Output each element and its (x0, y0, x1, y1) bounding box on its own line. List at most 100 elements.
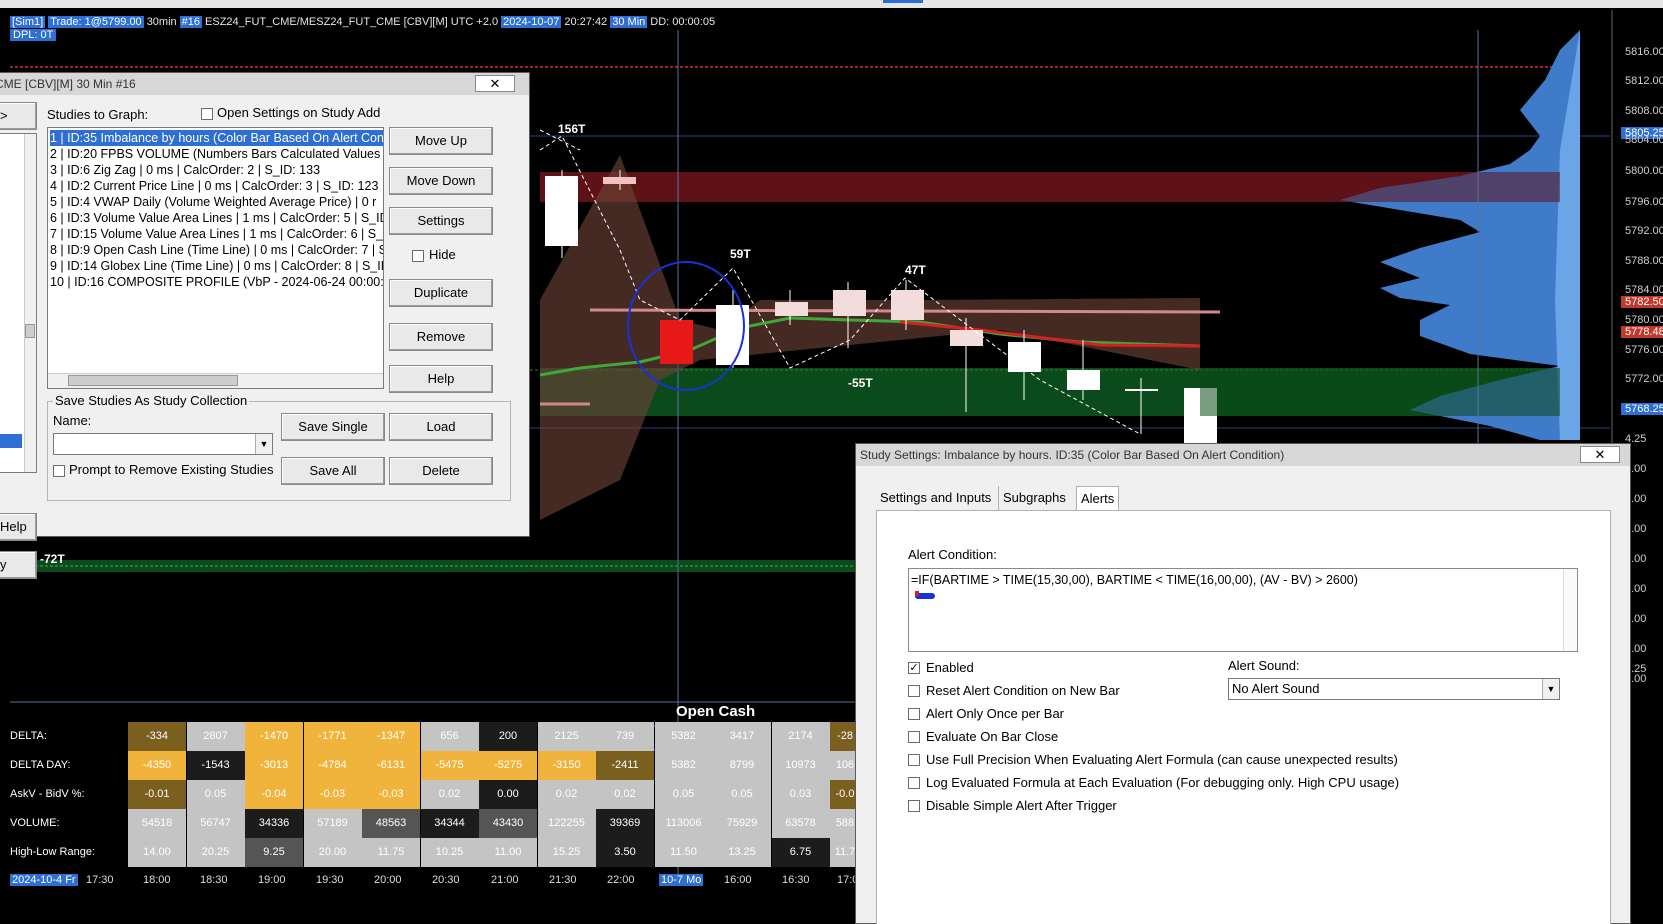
table-cell: -2411 (596, 751, 654, 780)
alert-option-checkbox[interactable] (908, 685, 920, 697)
study-list-item[interactable]: 6 | ID:3 Volume Value Area Lines | 1 ms … (50, 210, 383, 226)
tab-settings-and-inputs[interactable]: Settings and Inputs (876, 486, 995, 510)
hide-label: Hide (429, 247, 456, 262)
load-button[interactable]: Load (389, 413, 493, 441)
study-settings-title: Study Settings: Imbalance by hours. ID:3… (856, 444, 1630, 466)
duplicate-button[interactable]: Duplicate (389, 279, 493, 307)
study-list-item[interactable]: 9 | ID:14 Globex Line (Time Line) | 0 ms… (50, 258, 383, 274)
dd-label: DD: 00:00:05 (650, 16, 716, 28)
study-list-item[interactable]: 1 | ID:35 Imbalance by hours (Color Bar … (50, 130, 383, 146)
table-cell: 739 (596, 722, 654, 751)
study-settings-dialog[interactable]: Study Settings: Imbalance by hours. ID:3… (855, 443, 1631, 924)
save-all-button[interactable]: Save All (281, 457, 385, 485)
table-cell: 0.02 (537, 780, 596, 809)
open-settings-checkbox[interactable] (201, 108, 213, 120)
price-tick-label: 5808.00 (1625, 105, 1663, 117)
time-tick-label: 17:30 (86, 874, 114, 886)
tab-alerts[interactable]: Alerts (1076, 486, 1120, 510)
left-help-button[interactable]: Help (0, 513, 37, 541)
open-settings-label: Open Settings on Study Add (217, 105, 381, 120)
row-label: VOLUME: (10, 817, 60, 829)
sierra-chart-window: [Sim1] Trade: 1@5799.00 30min #16 ESZ24_… (0, 0, 1663, 924)
move-down-button[interactable]: Move Down (389, 167, 493, 195)
alert-option-checkbox[interactable]: ✓ (908, 662, 920, 674)
alert-option-checkbox[interactable] (908, 708, 920, 720)
alert-sound-select[interactable]: No Alert Sound ▼ (1228, 678, 1560, 700)
table-cell: 10.25 (420, 838, 479, 867)
studies-dialog[interactable]: CME [CBV][M] 30 Min #16 ✕ > Help y Studi… (0, 72, 530, 579)
time-tick-label: 22:00 (607, 874, 635, 886)
save-single-button[interactable]: Save Single (281, 413, 385, 441)
price-tick-label: 5804.00 (1625, 134, 1663, 146)
collection-name-combo[interactable]: ▼ (53, 433, 273, 455)
table-cell: -6131 (362, 751, 420, 780)
alert-option-label: Log Evaluated Formula at Each Evaluation… (926, 775, 1400, 790)
time-axis[interactable]: 2024-10-4 Fr 17:30 18:00 18:30 19:00 19:30 20:… (10, 874, 860, 888)
table-row: DELTA: -334 2807 -1470 -1771 -1347 656 200 2125 7… (10, 722, 860, 751)
left-arrow-button[interactable]: > (0, 102, 37, 130)
settings-button[interactable]: Settings (389, 207, 493, 235)
tab-subgraphs[interactable]: Subgraphs (998, 486, 1070, 510)
alert-formula-text: =IF(BARTIME > TIME(15,30,00), BARTIME < … (911, 573, 1358, 587)
available-studies-list[interactable] (0, 133, 37, 473)
time-tick-label: 16:30 (782, 874, 810, 886)
row-label: DELTA DAY: (10, 759, 71, 771)
study-collection-label: Save Studies As Study Collection (53, 393, 250, 408)
table-cell: 0.03 (771, 780, 830, 809)
table-cell: -3013 (245, 751, 303, 780)
move-up-button[interactable]: Move Up (389, 127, 493, 155)
table-cell: -5275 (479, 751, 537, 780)
studies-to-graph-list[interactable]: 1 | ID:35 Imbalance by hours (Color Bar … (47, 127, 384, 389)
left-apply-button[interactable]: y (0, 551, 37, 579)
alert-option-checkbox[interactable] (908, 777, 920, 789)
alert-formula-input[interactable]: =IF(BARTIME > TIME(15,30,00), BARTIME < … (908, 568, 1578, 652)
table-cell: -1347 (362, 722, 420, 751)
table-cell: 0.05 (654, 780, 713, 809)
prompt-remove-checkbox[interactable] (53, 465, 65, 477)
price-tick-label: 5812.00 (1625, 75, 1663, 87)
date-label: 2024-10-07 (501, 16, 562, 28)
remove-button[interactable]: Remove (389, 323, 493, 351)
table-cell: 11.00 (479, 838, 537, 867)
chevron-down-icon[interactable]: ▼ (1542, 679, 1559, 699)
chevron-down-icon[interactable]: ▼ (255, 434, 272, 454)
price-tick-label: 5772.00 (1625, 373, 1663, 385)
dpl-label: DPL: 0T (10, 29, 57, 41)
alert-option-checkbox[interactable] (908, 800, 920, 812)
alert-option-checkbox[interactable] (908, 754, 920, 766)
table-cell: 0.02 (596, 780, 654, 809)
alert-option-checkbox[interactable] (908, 731, 920, 743)
table-cell: 9.25 (245, 838, 303, 867)
table-cell: 43430 (479, 809, 537, 838)
time-tick-label: 18:00 (143, 874, 171, 886)
zigzag-label-1: 156T (558, 122, 586, 136)
study-list-item[interactable]: 10 | ID:16 COMPOSITE PROFILE (VbP - 2024… (50, 274, 383, 290)
study-list-item[interactable]: 8 | ID:9 Open Cash Line (Time Line) | 0 … (50, 242, 383, 258)
studies-to-graph-label: Studies to Graph: (47, 107, 149, 122)
table-cell: 34344 (420, 809, 479, 838)
alert-option-label: Reset Alert Condition on New Bar (926, 683, 1120, 698)
delete-button[interactable]: Delete (389, 457, 493, 485)
table-cell: 10973 (771, 751, 830, 780)
close-icon[interactable]: ✕ (1580, 446, 1620, 463)
table-cell: -4784 (303, 751, 362, 780)
price-tick-label: 5778.48 (1621, 326, 1663, 338)
help-button[interactable]: Help (389, 365, 493, 393)
time-label: 20:27:42 (564, 16, 608, 28)
table-cell: -1543 (186, 751, 245, 780)
close-icon[interactable]: ✕ (475, 75, 515, 92)
study-list-item[interactable]: 7 | ID:15 Volume Value Area Lines | 1 ms… (50, 226, 383, 242)
hide-checkbox[interactable] (412, 250, 424, 262)
study-list-item[interactable]: 4 | ID:2 Current Price Line | 0 ms | Cal… (50, 178, 383, 194)
alert-condition-label: Alert Condition: (908, 547, 997, 562)
collection-name-value (54, 435, 57, 449)
price-tick-label: 5768.25 (1621, 403, 1663, 415)
time-tick-label: 21:00 (491, 874, 519, 886)
study-list-item[interactable]: 5 | ID:4 VWAP Daily (Volume Weighted Ave… (50, 194, 383, 210)
study-list-item[interactable]: 2 | ID:20 FPBS VOLUME (Numbers Bars Calc… (50, 146, 383, 162)
table-cell: 63578 (771, 809, 830, 838)
table-cell: -0.03 (362, 780, 420, 809)
study-list-item[interactable]: 3 | ID:6 Zig Zag | 0 ms | CalcOrder: 2 |… (50, 162, 383, 178)
alert-option-label: Disable Simple Alert After Trigger (926, 798, 1117, 813)
trade-label: Trade: 1@5799.00 (48, 16, 144, 28)
